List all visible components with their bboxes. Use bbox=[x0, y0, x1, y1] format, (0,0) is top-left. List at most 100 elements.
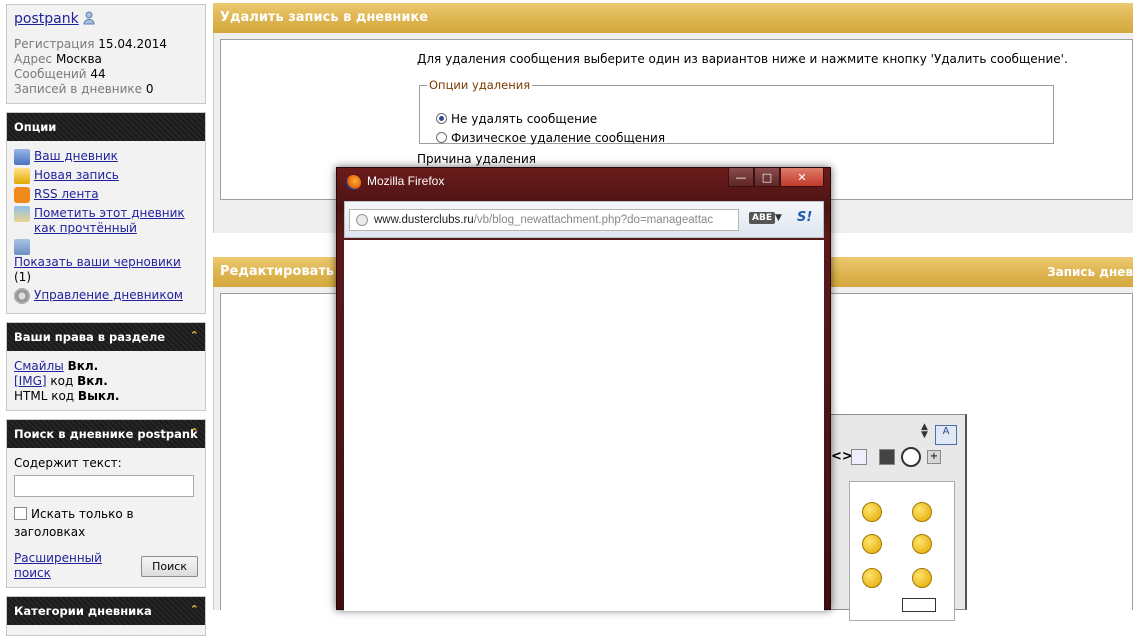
resize-arrows-icon[interactable]: ▲ ▼ bbox=[921, 423, 928, 440]
chevron-down-icon[interactable]: ▼ bbox=[775, 213, 782, 223]
option-physical-radio[interactable] bbox=[436, 132, 447, 143]
profile-panel: postpank Регистрация 15.04.2014 Адрес Мо… bbox=[6, 4, 206, 104]
option-rss-label[interactable]: RSS лента bbox=[34, 187, 99, 202]
search-input[interactable] bbox=[14, 475, 194, 497]
titles-only-checkbox[interactable] bbox=[14, 507, 27, 520]
video-icon[interactable] bbox=[879, 449, 895, 465]
smiley-icon[interactable] bbox=[912, 534, 932, 554]
smiley-icon[interactable] bbox=[862, 568, 882, 588]
option-keep-radio[interactable] bbox=[436, 113, 447, 124]
address-value: Москва bbox=[55, 52, 102, 66]
rss-icon bbox=[14, 187, 30, 203]
edit-section-right-label: Запись днев bbox=[1047, 265, 1133, 279]
more-icon[interactable]: + bbox=[927, 450, 941, 464]
collapse-icon[interactable]: ⌃ bbox=[190, 419, 199, 447]
option-drafts-label[interactable]: Показать ваши черновики bbox=[14, 255, 181, 270]
search-panel: Поиск в дневнике postpank ⌃ Содержит текс… bbox=[6, 419, 206, 588]
php-code-icon[interactable]: <> bbox=[831, 449, 853, 464]
smiley-icon[interactable] bbox=[862, 502, 882, 522]
address-bar: www.dusterclubs.ru/vb/blog_newattachment… bbox=[344, 201, 824, 238]
url-path: /vb/blog_newattachment.php?do=manageatta… bbox=[473, 214, 714, 226]
username-link[interactable]: postpank bbox=[14, 11, 79, 27]
option-your-blog-label[interactable]: Ваш дневник bbox=[34, 149, 118, 164]
registration-label: Регистрация bbox=[14, 37, 95, 51]
delete-options-fieldset: Опции удаления Не удалять сообщение Физи… bbox=[419, 78, 1054, 145]
html-code-label: HTML код bbox=[14, 389, 75, 403]
user-online-icon bbox=[83, 11, 95, 25]
html-code-value: Выкл. bbox=[77, 389, 120, 403]
smilies-panel bbox=[849, 481, 955, 621]
blog-icon bbox=[14, 149, 30, 165]
drafts-count: (1) bbox=[14, 270, 31, 284]
search-contains-label: Содержит текст: bbox=[14, 456, 122, 470]
option-mark-read[interactable]: Пометить этот дневник как прочтённый bbox=[14, 206, 198, 236]
window-controls: — □ ✕ bbox=[728, 168, 824, 187]
option-manage-label[interactable]: Управление дневником bbox=[34, 288, 183, 303]
option-new-entry-label[interactable]: Новая запись bbox=[34, 168, 119, 183]
url-field[interactable]: www.dusterclubs.ru/vb/blog_newattachment… bbox=[349, 209, 739, 231]
delete-instruction: Для удаления сообщения выберите один из … bbox=[417, 52, 1068, 66]
search-title: Поиск в дневнике postpank bbox=[14, 427, 198, 441]
si-addon-icon[interactable]: S! bbox=[797, 210, 812, 225]
entries-value: 0 bbox=[145, 82, 154, 96]
categories-title: Категории дневника bbox=[14, 604, 152, 618]
options-title: Опции bbox=[7, 113, 205, 141]
mark-read-icon bbox=[14, 206, 30, 222]
titles-only-label: Искать только в заголовках bbox=[14, 507, 134, 539]
smilies-value: Вкл. bbox=[67, 359, 99, 373]
permissions-title: Ваши права в разделе bbox=[14, 330, 166, 344]
profile-stats: Регистрация 15.04.2014 Адрес Москва Сооб… bbox=[14, 37, 198, 97]
categories-panel: Категории дневника ⌃ bbox=[6, 596, 206, 636]
gear-icon bbox=[14, 288, 30, 304]
messages-label: Сообщений bbox=[14, 67, 87, 81]
smilies-link[interactable]: Смайлы bbox=[14, 359, 64, 373]
option-keep-row[interactable]: Не удалять сообщение bbox=[436, 112, 597, 126]
img-code-link[interactable]: [IMG] bbox=[14, 374, 47, 388]
switch-mode-icon[interactable]: A bbox=[935, 425, 957, 445]
option-physical-label: Физическое удаление сообщения bbox=[451, 131, 666, 145]
advanced-search-link[interactable]: Расширенный поиск bbox=[14, 551, 141, 581]
edit-section-title: Редактировать bbox=[220, 264, 335, 279]
popup-content bbox=[344, 240, 824, 611]
delete-reason-label: Причина удаления bbox=[417, 152, 537, 166]
option-drafts[interactable]: Показать ваши черновики (1) bbox=[14, 239, 198, 285]
option-keep-label: Не удалять сообщение bbox=[451, 112, 598, 126]
registration-value: 15.04.2014 bbox=[98, 37, 168, 51]
img-code-value: Вкл. bbox=[77, 374, 108, 388]
option-mark-read-label[interactable]: Пометить этот дневник как прочтённый bbox=[34, 206, 198, 236]
option-rss[interactable]: RSS лента bbox=[14, 187, 198, 203]
addon-button[interactable]: ABE bbox=[749, 212, 775, 224]
delete-options-legend: Опции удаления bbox=[429, 78, 531, 92]
firefox-icon bbox=[346, 175, 361, 190]
drafts-icon bbox=[14, 239, 30, 255]
permissions-panel: Ваши права в разделе ⌃ Смайлы Вкл. [IMG] … bbox=[6, 322, 206, 411]
close-button[interactable]: ✕ bbox=[780, 168, 824, 187]
delete-section-header: Удалить запись в дневнике bbox=[213, 3, 1133, 33]
option-your-blog[interactable]: Ваш дневник bbox=[14, 149, 198, 165]
smiley-icon[interactable] bbox=[912, 502, 932, 522]
collapse-icon[interactable]: ⌃ bbox=[190, 597, 199, 624]
option-manage[interactable]: Управление дневником bbox=[14, 288, 198, 304]
delete-section-title: Удалить запись в дневнике bbox=[220, 10, 429, 25]
php-icon[interactable] bbox=[851, 449, 867, 465]
firefox-popup-window: Mozilla Firefox — □ ✕ www.dusterclubs.ru… bbox=[336, 167, 831, 611]
messages-value: 44 bbox=[90, 67, 106, 81]
popup-window-title: Mozilla Firefox bbox=[367, 174, 445, 188]
maximize-button[interactable]: □ bbox=[754, 168, 780, 187]
url-host: www.dusterclubs.ru bbox=[374, 214, 474, 226]
entries-label: Записей в дневнике bbox=[14, 82, 143, 96]
options-panel: Опции Ваш дневник Новая запись RSS лента… bbox=[6, 112, 206, 314]
search-button[interactable]: Поиск bbox=[141, 555, 198, 577]
img-code-suffix: код bbox=[50, 374, 74, 388]
sidebar: postpank Регистрация 15.04.2014 Адрес Мо… bbox=[6, 0, 206, 644]
smiley-icon[interactable] bbox=[912, 568, 932, 588]
globe-icon bbox=[356, 214, 368, 226]
play-icon[interactable] bbox=[901, 447, 921, 467]
pencil-icon bbox=[14, 168, 30, 184]
minimize-button[interactable]: — bbox=[728, 168, 754, 187]
address-label: Адрес bbox=[14, 52, 53, 66]
option-physical-row[interactable]: Физическое удаление сообщения bbox=[436, 131, 665, 145]
option-new-entry[interactable]: Новая запись bbox=[14, 168, 198, 184]
collapse-icon[interactable]: ⌃ bbox=[190, 322, 199, 350]
smiley-icon[interactable] bbox=[862, 534, 882, 554]
